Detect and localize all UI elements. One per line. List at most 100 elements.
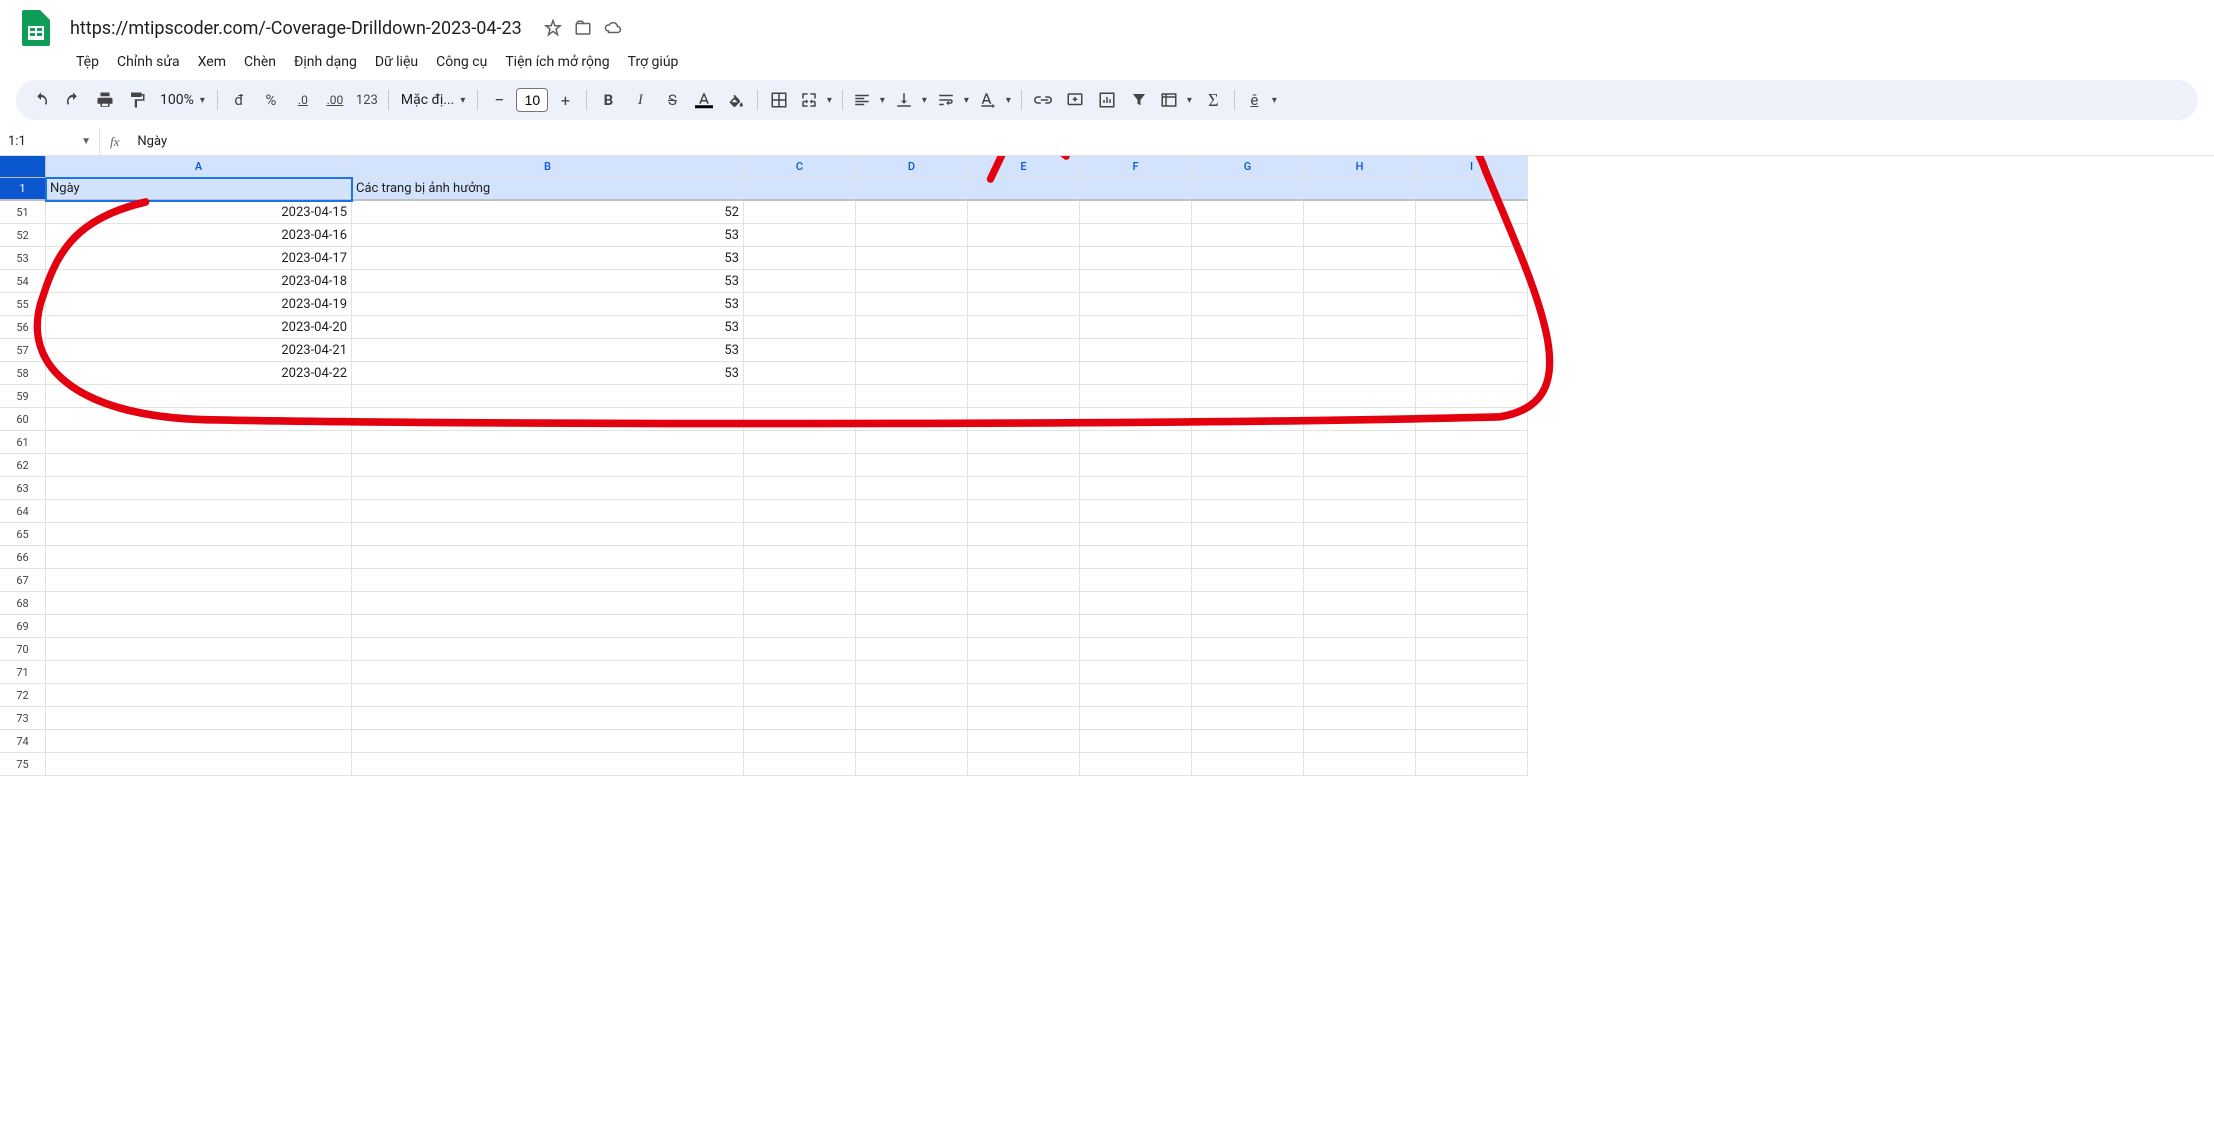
cell-E73[interactable] <box>968 707 1080 730</box>
cell-H53[interactable] <box>1304 247 1416 270</box>
cell-D63[interactable] <box>856 477 968 500</box>
cell-A65[interactable] <box>46 523 352 546</box>
cell-H61[interactable] <box>1304 431 1416 454</box>
cell-B66[interactable] <box>352 546 744 569</box>
cell-E51[interactable] <box>968 201 1080 224</box>
column-header-E[interactable]: E <box>968 156 1080 178</box>
cell-C54[interactable] <box>744 270 856 293</box>
cell-B53[interactable]: 53 <box>352 247 744 270</box>
cell-C57[interactable] <box>744 339 856 362</box>
cell-C60[interactable] <box>744 408 856 431</box>
cell-D57[interactable] <box>856 339 968 362</box>
cell-F57[interactable] <box>1080 339 1192 362</box>
cell-I65[interactable] <box>1416 523 1528 546</box>
input-tools-dropdown[interactable]: ê ▾ <box>1241 85 1281 115</box>
font-dropdown[interactable]: Mặc đị... <box>395 92 472 108</box>
cell-G66[interactable] <box>1192 546 1304 569</box>
row-header-74[interactable]: 74 <box>0 730 46 753</box>
row-header-60[interactable]: 60 <box>0 408 46 431</box>
row-header-64[interactable]: 64 <box>0 500 46 523</box>
cell-G61[interactable] <box>1192 431 1304 454</box>
insert-comment-button[interactable] <box>1060 85 1090 115</box>
cell-E53[interactable] <box>968 247 1080 270</box>
menu-chèn[interactable]: Chèn <box>236 50 284 74</box>
cell-A64[interactable] <box>46 500 352 523</box>
cell-C53[interactable] <box>744 247 856 270</box>
row-header-72[interactable]: 72 <box>0 684 46 707</box>
cell-F59[interactable] <box>1080 385 1192 408</box>
cell-E54[interactable] <box>968 270 1080 293</box>
cell-B74[interactable] <box>352 730 744 753</box>
row-header-71[interactable]: 71 <box>0 661 46 684</box>
cell-I60[interactable] <box>1416 408 1528 431</box>
cell-D59[interactable] <box>856 385 968 408</box>
cell-E52[interactable] <box>968 224 1080 247</box>
row-header-63[interactable]: 63 <box>0 477 46 500</box>
cell-C61[interactable] <box>744 431 856 454</box>
row-header-55[interactable]: 55 <box>0 293 46 316</box>
cell-C62[interactable] <box>744 454 856 477</box>
column-header-A[interactable]: A <box>46 156 352 178</box>
cell-E74[interactable] <box>968 730 1080 753</box>
cell-F53[interactable] <box>1080 247 1192 270</box>
cell-F73[interactable] <box>1080 707 1192 730</box>
cell-D73[interactable] <box>856 707 968 730</box>
cell-F60[interactable] <box>1080 408 1192 431</box>
merge-cells-dropdown[interactable]: ▾ <box>796 85 836 115</box>
cell-D62[interactable] <box>856 454 968 477</box>
row-header-59[interactable]: 59 <box>0 385 46 408</box>
insert-link-button[interactable] <box>1028 85 1058 115</box>
cell-G51[interactable] <box>1192 201 1304 224</box>
row-header-57[interactable]: 57 <box>0 339 46 362</box>
column-header-C[interactable]: C <box>744 156 856 178</box>
cell-I72[interactable] <box>1416 684 1528 707</box>
cell-I55[interactable] <box>1416 293 1528 316</box>
sheets-logo[interactable] <box>16 8 56 48</box>
cell-E58[interactable] <box>968 362 1080 385</box>
cell-G75[interactable] <box>1192 753 1304 776</box>
cell-D74[interactable] <box>856 730 968 753</box>
cell-G72[interactable] <box>1192 684 1304 707</box>
cell-D55[interactable] <box>856 293 968 316</box>
strikethrough-button[interactable]: S <box>657 85 687 115</box>
cell-B65[interactable] <box>352 523 744 546</box>
cell-B55[interactable]: 53 <box>352 293 744 316</box>
cell-I63[interactable] <box>1416 477 1528 500</box>
cell-G64[interactable] <box>1192 500 1304 523</box>
cell-A51[interactable]: 2023-04-15 <box>46 201 352 224</box>
more-formats-button[interactable]: 123 <box>352 85 382 115</box>
cell-E69[interactable] <box>968 615 1080 638</box>
cell-D54[interactable] <box>856 270 968 293</box>
cell-H75[interactable] <box>1304 753 1416 776</box>
cell-G52[interactable] <box>1192 224 1304 247</box>
menu-xem[interactable]: Xem <box>190 50 234 74</box>
redo-button[interactable] <box>58 85 88 115</box>
cell-E61[interactable] <box>968 431 1080 454</box>
cell-D60[interactable] <box>856 408 968 431</box>
cell-A53[interactable]: 2023-04-17 <box>46 247 352 270</box>
cell-I51[interactable] <box>1416 201 1528 224</box>
cell-H64[interactable] <box>1304 500 1416 523</box>
cell-H73[interactable] <box>1304 707 1416 730</box>
cell-F62[interactable] <box>1080 454 1192 477</box>
zoom-dropdown[interactable]: 100% <box>154 92 211 108</box>
text-rotation-dropdown[interactable]: ▾ <box>975 85 1015 115</box>
cell-B51[interactable]: 52 <box>352 201 744 224</box>
menu-định-dạng[interactable]: Định dạng <box>286 50 365 74</box>
cell-G62[interactable] <box>1192 454 1304 477</box>
cell-H51[interactable] <box>1304 201 1416 224</box>
name-box[interactable]: 1:1 ▼ <box>0 128 100 155</box>
cell-B61[interactable] <box>352 431 744 454</box>
cell-F1[interactable] <box>1080 178 1192 201</box>
cell-D56[interactable] <box>856 316 968 339</box>
cell-E65[interactable] <box>968 523 1080 546</box>
cell-F67[interactable] <box>1080 569 1192 592</box>
insert-chart-button[interactable] <box>1092 85 1122 115</box>
filter-button[interactable] <box>1124 85 1154 115</box>
cell-G57[interactable] <box>1192 339 1304 362</box>
cell-G55[interactable] <box>1192 293 1304 316</box>
cell-F68[interactable] <box>1080 592 1192 615</box>
cloud-icon[interactable] <box>604 19 622 37</box>
row-header-53[interactable]: 53 <box>0 247 46 270</box>
cell-E60[interactable] <box>968 408 1080 431</box>
